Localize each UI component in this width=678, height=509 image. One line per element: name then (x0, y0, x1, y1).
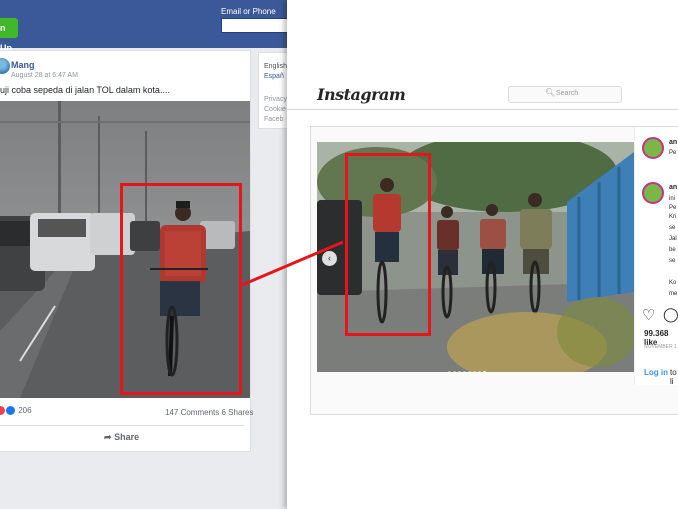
signup-button[interactable]: n Up (0, 18, 18, 53)
share-icon: ➦ (104, 432, 112, 442)
post-author[interactable]: Mang (11, 60, 35, 70)
caption-line: ini (669, 196, 676, 202)
header-divider (287, 109, 678, 110)
instagram-logo[interactable]: Instagram (317, 85, 406, 104)
post-text: uji coba sepeda di jalan TOL dalam kota.… (0, 85, 170, 95)
carousel-dot (483, 371, 486, 374)
cookies-link[interactable]: Cookie (264, 106, 286, 113)
carousel-dot (478, 371, 481, 374)
language-spanish-link[interactable]: Españ (264, 73, 284, 80)
love-reaction-icon (0, 406, 5, 416)
login-link[interactable]: Log in (644, 368, 668, 377)
carousel-dot (473, 371, 476, 374)
carousel-dot (468, 371, 471, 374)
post-location[interactable]: Pe (669, 150, 676, 156)
email-label: Email or Phone (221, 7, 276, 16)
comments-shares-count[interactable]: 147 Comments 6 Shares (165, 408, 254, 417)
comment-line: me (669, 291, 678, 297)
facebook-footer-link[interactable]: Faceb (264, 116, 283, 123)
caption-line: se (669, 258, 676, 264)
caption-line: se (669, 225, 676, 231)
language-english: English (264, 63, 287, 70)
comments-count[interactable]: 147 Comments (165, 408, 219, 417)
share-button[interactable]: ➦ Share (104, 432, 139, 443)
post-divider (0, 425, 244, 426)
carousel-dot (453, 371, 456, 374)
caption-author-username[interactable]: an (669, 184, 677, 191)
caption-line: Kri (669, 214, 677, 220)
post-author-avatar[interactable] (642, 137, 664, 159)
highlight-box-facebook (120, 183, 242, 395)
post-date[interactable]: August 28 at 6:47 AM (11, 72, 78, 79)
carousel-prev-button[interactable]: ‹ (322, 251, 337, 266)
highlight-box-instagram (345, 153, 431, 336)
share-label: Share (114, 432, 140, 442)
reaction-count: 206 (18, 406, 32, 415)
reaction-summary[interactable]: 206 (0, 406, 32, 416)
like-heart-icon[interactable]: ♡ (642, 306, 655, 324)
carousel-indicators (448, 361, 488, 379)
shares-count[interactable]: 6 Shares (221, 408, 253, 417)
post-author-username[interactable]: an (669, 139, 677, 146)
comment-line: Ko (669, 280, 677, 286)
caption-author-avatar[interactable] (642, 182, 664, 204)
email-input[interactable] (221, 18, 293, 33)
caption-line: Jal (669, 236, 677, 242)
like-reaction-icon (6, 406, 15, 416)
search-placeholder: Search (556, 90, 579, 97)
post-date: NOVEMBER 1 (644, 344, 677, 350)
carousel-dot (463, 371, 466, 374)
carousel-dot (458, 371, 461, 374)
carousel-dot (448, 371, 451, 374)
search-icon: 🔍︎ (545, 88, 556, 97)
caption-line: Pe (669, 205, 677, 211)
login-prompt-text: to li (670, 368, 677, 386)
privacy-link[interactable]: Privacy (264, 96, 287, 103)
comment-bubble-icon[interactable]: ◯ (663, 306, 678, 323)
caption-line: be (669, 247, 676, 253)
